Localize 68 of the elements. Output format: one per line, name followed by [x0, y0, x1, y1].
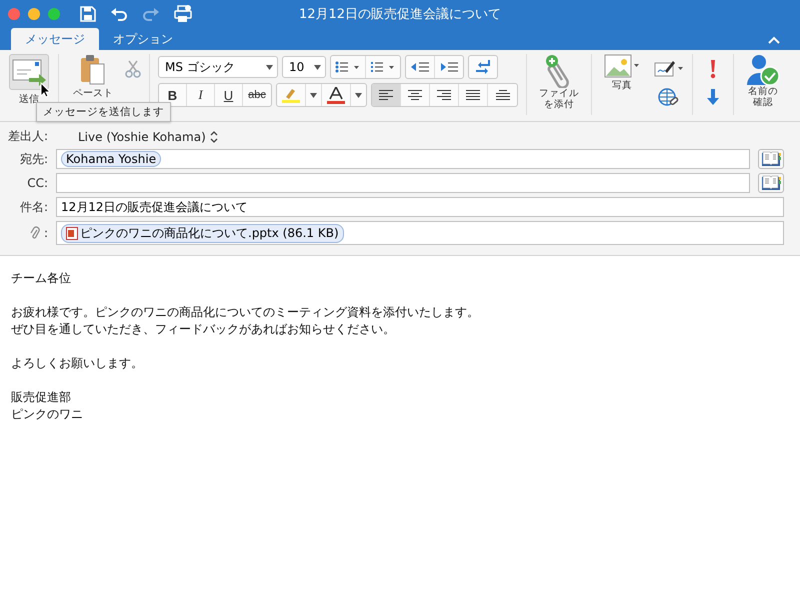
- collapse-ribbon-icon[interactable]: [768, 36, 780, 44]
- format-button[interactable]: I: [187, 84, 215, 106]
- paperclip-icon: [30, 226, 40, 240]
- message-body[interactable]: チーム各位 お疲れ様です。ピンクのワニの商品化についてのミーティング資料を添付いたします。 ぜひ目を通していただき、フィードバックがあればお知らせください。 よろしくお願いします。 販売促進部 ピンクのワニ: [0, 256, 800, 454]
- dropdown-arrow-icon: [266, 64, 273, 70]
- high-importance-icon[interactable]: [709, 58, 717, 79]
- outdent-icon: [410, 61, 430, 73]
- low-importance-icon[interactable]: [706, 88, 720, 106]
- print-icon[interactable]: [174, 5, 192, 23]
- dropdown-arrow-icon: [355, 92, 362, 98]
- subject-field[interactable]: 12月12日の販売促進会議について: [56, 197, 784, 217]
- align-icon: [378, 89, 394, 101]
- mouse-pointer-icon: [40, 82, 50, 98]
- undo-icon[interactable]: [110, 7, 128, 21]
- dropdown-arrow-icon: [314, 64, 321, 70]
- signature-icon[interactable]: [654, 59, 684, 78]
- to-field[interactable]: Kohama Yoshie: [56, 149, 750, 169]
- font-color-icon: [326, 86, 346, 104]
- from-account-selector[interactable]: Live (Yoshie Kohama): [72, 128, 224, 144]
- send-button[interactable]: [9, 54, 49, 90]
- dropdown-arrow-icon: [310, 92, 317, 98]
- field-label: 差出人:: [7, 128, 50, 145]
- align-icon: [436, 89, 452, 101]
- hyperlink-icon[interactable]: [658, 88, 680, 108]
- font-name-dropdown[interactable]: MS ゴシック: [158, 56, 278, 78]
- highlighter-icon: [281, 87, 301, 103]
- align-icon: [407, 89, 423, 101]
- file-icon: [66, 226, 78, 240]
- cc-field[interactable]: [56, 173, 750, 193]
- field-label: :: [44, 226, 48, 240]
- body-text-line: お疲れ様です。ピンクのワニの商品化についてのミーティング資料を添付いたします。: [11, 304, 480, 321]
- format-button[interactable]: U: [215, 84, 243, 106]
- field-label: CC:: [26, 176, 48, 190]
- tooltip: メッセージを送信します: [36, 102, 171, 122]
- numbered-list-icon: [370, 61, 396, 73]
- save-icon[interactable]: [80, 6, 96, 22]
- arrows-icon: [473, 59, 493, 75]
- ribbon-tab[interactable]: メッセージ: [11, 28, 99, 50]
- bullet-list-icon: [335, 61, 361, 73]
- body-text-line: 販売促進部: [11, 389, 72, 406]
- check-names-button[interactable]: 名前の 確認: [742, 54, 784, 121]
- body-text-line: ピンクのワニ: [11, 406, 84, 423]
- ribbon-tab[interactable]: オプション: [99, 28, 187, 50]
- minimize-button[interactable]: [28, 8, 40, 20]
- body-text-line: チーム各位: [11, 270, 72, 287]
- font-size-dropdown[interactable]: 10: [282, 56, 326, 78]
- indent-icon: [439, 61, 459, 73]
- field-label: 宛先:: [18, 150, 48, 168]
- body-text-line: よろしくお願いします。: [11, 355, 144, 372]
- paste-label: ペースト: [73, 87, 113, 100]
- address-book-button[interactable]: [758, 149, 784, 169]
- format-button[interactable]: abc: [243, 84, 271, 106]
- attachment-token[interactable]: ピンクのワニの商品化について.pptx (86.1 KB): [61, 224, 344, 242]
- align-icon: [465, 89, 481, 101]
- address-book-button[interactable]: [758, 173, 784, 193]
- person-check-icon: [746, 54, 780, 86]
- picture-button[interactable]: 写真: [600, 54, 644, 121]
- envelope-arrow-icon: [11, 58, 47, 86]
- field-label: 件名:: [18, 198, 48, 216]
- align-icon: [494, 89, 510, 101]
- recipient-token[interactable]: Kohama Yoshie: [61, 151, 162, 167]
- window-title: 12月12日の販売促進会議について: [298, 6, 502, 23]
- clipboard-icon[interactable]: [80, 54, 106, 86]
- up-down-chevron-icon: [210, 130, 218, 142]
- picture-icon: [604, 54, 640, 80]
- body-text-line: ぜひ目を通していただき、フィードバックがあればお知らせください。: [11, 321, 396, 338]
- attach-file-button[interactable]: ファイル を添付: [535, 54, 583, 121]
- align-left-button[interactable]: [372, 84, 401, 106]
